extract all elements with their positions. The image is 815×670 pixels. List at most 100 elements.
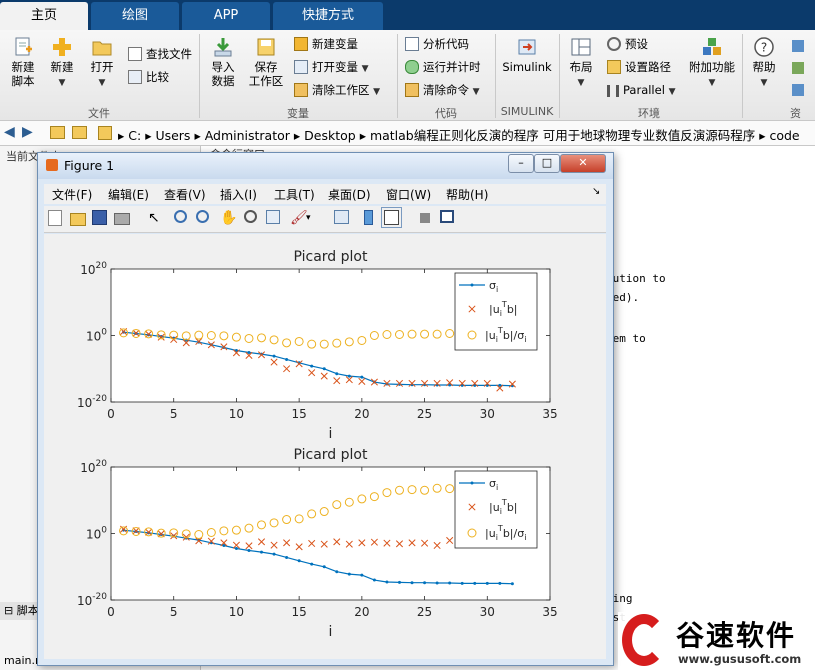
menu-view[interactable]: 查看(V) xyxy=(164,186,206,203)
compare-button[interactable]: 比较 xyxy=(128,67,169,87)
sigma-point xyxy=(360,375,364,379)
maximize-button[interactable]: □ xyxy=(534,154,560,173)
group-simulink-label: SIMULINK xyxy=(500,105,554,118)
set-path-label: 设置路径 xyxy=(625,60,671,74)
hide-plot-tools-icon[interactable] xyxy=(420,213,430,223)
x-tick-label: 0 xyxy=(107,407,115,421)
x-tick-label: 25 xyxy=(417,407,432,421)
sigma-point xyxy=(510,582,514,586)
x-tick-label: 20 xyxy=(354,407,369,421)
x-tick-label: 5 xyxy=(170,407,178,421)
help-button[interactable]: ? 帮助 ▼ xyxy=(746,36,782,90)
pointer-icon[interactable]: ↖ xyxy=(148,210,164,226)
sigma-point xyxy=(297,559,301,563)
sigma-point xyxy=(322,367,326,371)
y-tick-label: 100 xyxy=(86,526,107,542)
rotate-3d-icon[interactable] xyxy=(244,210,257,223)
breadcrumb-code[interactable]: code xyxy=(769,128,799,143)
set-path-button[interactable]: 设置路径 xyxy=(607,57,671,77)
minimize-button[interactable]: – xyxy=(508,154,534,173)
breadcrumb-drive[interactable]: C: xyxy=(128,128,141,143)
sigma-point xyxy=(498,581,502,585)
new-variable-icon xyxy=(294,37,308,51)
forward-arrow-icon[interactable]: ▶ xyxy=(22,124,33,140)
close-button[interactable]: ✕ xyxy=(560,154,606,173)
save-icon[interactable] xyxy=(92,210,107,225)
find-files-label: 查找文件 xyxy=(146,47,192,61)
menu-edit[interactable]: 编辑(E) xyxy=(108,186,149,203)
tab-shortcuts[interactable]: 快捷方式 xyxy=(273,2,383,30)
up-folder-icon[interactable] xyxy=(50,126,65,139)
clear-workspace-button[interactable]: 清除工作区 ▼ xyxy=(294,80,380,100)
new-figure-icon[interactable] xyxy=(48,210,62,226)
figure-title-bar[interactable]: Figure 1 – □ ✕ xyxy=(38,153,613,179)
figure-menu-bar: 文件(F) 编辑(E) 查看(V) 插入(I) 工具(T) 桌面(D) 窗口(W… xyxy=(44,184,606,204)
clear-commands-button[interactable]: 清除命令 ▼ xyxy=(405,80,480,100)
sigma-point xyxy=(385,580,389,584)
clear-commands-label: 清除命令 xyxy=(423,83,469,97)
menu-insert[interactable]: 插入(I) xyxy=(220,186,257,203)
tab-home[interactable]: 主页 xyxy=(0,2,88,30)
figure-canvas[interactable]: Picard plot 0 5 10 15 20 25 30 35 10-20 100 1020 i σi… xyxy=(44,234,606,659)
breadcrumb-desktop[interactable]: Desktop xyxy=(304,128,356,143)
sigma-point xyxy=(347,572,351,576)
layout-button[interactable]: 布局 ▼ xyxy=(563,36,599,90)
open-button[interactable]: 打开 ▼ xyxy=(84,36,120,90)
menu-tools[interactable]: 工具(T) xyxy=(274,186,315,203)
back-arrow-icon[interactable]: ◀ xyxy=(4,124,15,140)
zoom-in-icon[interactable] xyxy=(174,210,187,223)
open-file-icon[interactable] xyxy=(70,213,86,226)
zoom-out-icon[interactable] xyxy=(196,210,209,223)
menu-window[interactable]: 窗口(W) xyxy=(386,186,431,203)
breadcrumb-users[interactable]: Users xyxy=(155,128,190,143)
simulink-label: Simulink xyxy=(502,60,552,74)
new-script-button[interactable]: 新建 脚本 xyxy=(4,36,42,88)
x-tick-label: 35 xyxy=(542,605,557,619)
sigma-point xyxy=(460,581,464,585)
browse-folder-icon[interactable] xyxy=(72,126,87,139)
colorbar-icon[interactable] xyxy=(364,210,373,225)
pan-hand-icon[interactable]: ✋ xyxy=(220,210,237,226)
menu-file[interactable]: 文件(F) xyxy=(52,186,92,203)
brush-dropdown-icon[interactable]: ▾ xyxy=(306,210,322,226)
x-tick-label: 15 xyxy=(292,407,307,421)
open-variable-button[interactable]: 打开变量 ▼ xyxy=(294,57,369,77)
dropdown-caret-icon: ▼ xyxy=(58,78,66,88)
x-tick-label: 10 xyxy=(229,605,244,619)
find-files-button[interactable]: 查找文件 xyxy=(128,44,192,64)
breadcrumb-administrator[interactable]: Administrator xyxy=(205,128,290,143)
breadcrumb-project-folder[interactable]: matlab编程正则化反演的程序 可用于地球物理专业数值反演源码程序 xyxy=(370,128,755,143)
link-plot-icon[interactable] xyxy=(334,210,349,224)
chart-title: Picard plot xyxy=(294,447,368,463)
legend-label-ratio: |uiTb|/σi xyxy=(485,524,526,542)
print-icon[interactable] xyxy=(114,213,130,225)
show-plot-tools-icon[interactable] xyxy=(440,210,454,223)
sigma-point xyxy=(397,580,401,584)
brush-icon[interactable]: 🖌 xyxy=(290,210,308,226)
import-data-button[interactable]: 导入 数据 xyxy=(205,36,241,88)
sigma-point xyxy=(272,354,276,358)
add-ons-button[interactable]: 附加功能 ▼ xyxy=(686,36,738,90)
brand-logo-icon xyxy=(622,614,666,666)
new-variable-button[interactable]: 新建变量 xyxy=(294,34,358,54)
menu-desktop[interactable]: 桌面(D) xyxy=(328,186,371,203)
dock-arrow-icon[interactable]: ↘ xyxy=(592,186,600,197)
legend-icon[interactable] xyxy=(381,207,402,228)
x-tick-label: 15 xyxy=(292,605,307,619)
run-and-time-button[interactable]: 运行并计时 xyxy=(405,57,481,77)
analyze-code-button[interactable]: 分析代码 xyxy=(405,34,469,54)
x-tick-label: 10 xyxy=(229,407,244,421)
simulink-button[interactable]: Simulink xyxy=(500,36,554,74)
preferences-button[interactable]: 预设 xyxy=(607,34,648,54)
tab-apps[interactable]: APP xyxy=(182,2,270,30)
menu-help[interactable]: 帮助(H) xyxy=(446,186,488,203)
parallel-button[interactable]: Parallel ▼ xyxy=(607,80,675,100)
save-workspace-button[interactable]: 保存 工作区 xyxy=(245,36,287,88)
community-buttons-clipped[interactable] xyxy=(790,36,815,102)
group-code-label: 代码 xyxy=(435,107,457,120)
figure-title: Figure 1 xyxy=(64,158,115,173)
tab-plots[interactable]: 绘图 xyxy=(91,2,179,30)
dropdown-caret-icon: ▼ xyxy=(472,87,480,97)
data-cursor-icon[interactable] xyxy=(266,210,280,224)
new-button[interactable]: 新建 ▼ xyxy=(44,36,80,90)
